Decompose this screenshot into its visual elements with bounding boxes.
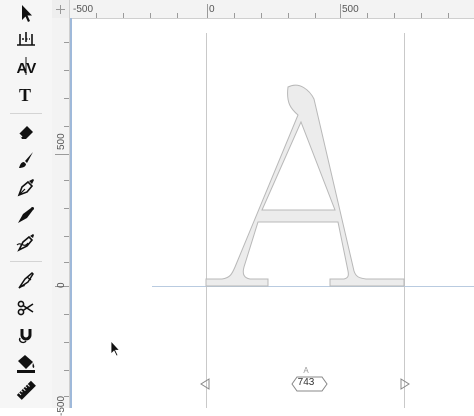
ruler-origin-button[interactable] bbox=[52, 0, 70, 19]
glyph-outline[interactable] bbox=[205, 84, 405, 287]
spiro-tool[interactable] bbox=[10, 229, 42, 255]
horizontal-ruler[interactable] bbox=[52, 0, 474, 19]
text-t-icon: T bbox=[19, 85, 31, 105]
ruler-label: 500 bbox=[342, 4, 359, 15]
ruler-label: 0 bbox=[56, 282, 67, 288]
calligraphy-tool[interactable] bbox=[10, 202, 42, 228]
tool-separator bbox=[10, 113, 42, 114]
glyph-canvas[interactable] bbox=[72, 19, 474, 408]
ruler-label: -500 bbox=[56, 395, 67, 416]
metrics-icon bbox=[17, 32, 35, 46]
select-tool[interactable] bbox=[10, 0, 42, 26]
pen-tool[interactable] bbox=[10, 174, 42, 200]
metrics-tool[interactable] bbox=[10, 26, 42, 52]
magnet-icon bbox=[18, 329, 32, 344]
fill-tool[interactable] bbox=[10, 350, 42, 376]
kerning-tool[interactable]: AV bbox=[10, 53, 42, 79]
magnet-tool[interactable] bbox=[10, 322, 42, 348]
ruler-label: 0 bbox=[209, 4, 215, 15]
vertical-ruler[interactable] bbox=[52, 18, 70, 408]
pen-icon bbox=[17, 179, 34, 197]
glyph-view bbox=[110, 33, 474, 408]
eraser-tool[interactable] bbox=[10, 119, 42, 145]
mouse-cursor-icon bbox=[110, 339, 121, 357]
left-sidebearing-arrow-icon[interactable] bbox=[200, 378, 210, 390]
spiro-pen-icon bbox=[16, 234, 34, 252]
scissors-tool[interactable] bbox=[10, 295, 42, 321]
text-tool[interactable]: T bbox=[10, 81, 42, 107]
advance-width-value[interactable]: 743 bbox=[286, 377, 326, 388]
ruler-label: -500 bbox=[73, 4, 94, 15]
glyph-name-label: A bbox=[303, 366, 309, 375]
eraser-icon bbox=[18, 126, 33, 139]
calligraphy-pen-icon bbox=[18, 207, 34, 223]
measure-tool[interactable] bbox=[10, 377, 42, 403]
kerning-av-icon: AV bbox=[17, 57, 36, 77]
tool-separator bbox=[10, 261, 42, 262]
ruler-icon bbox=[16, 380, 36, 400]
horizontal-ruler-ticks bbox=[69, 4, 449, 18]
brush-tool[interactable] bbox=[10, 147, 42, 173]
scissors-icon bbox=[17, 300, 34, 316]
arrow-pointer-icon bbox=[22, 5, 32, 22]
brush-icon bbox=[19, 152, 33, 168]
ruler-label: 500 bbox=[56, 133, 67, 150]
svg-text:T: T bbox=[19, 85, 31, 105]
knife-icon bbox=[18, 271, 34, 289]
tool-palette: AV T bbox=[0, 0, 52, 408]
paint-bucket-icon bbox=[17, 355, 35, 373]
knife-tool[interactable] bbox=[10, 267, 42, 293]
plus-icon bbox=[56, 4, 65, 14]
vertical-ruler-ticks bbox=[55, 42, 69, 397]
